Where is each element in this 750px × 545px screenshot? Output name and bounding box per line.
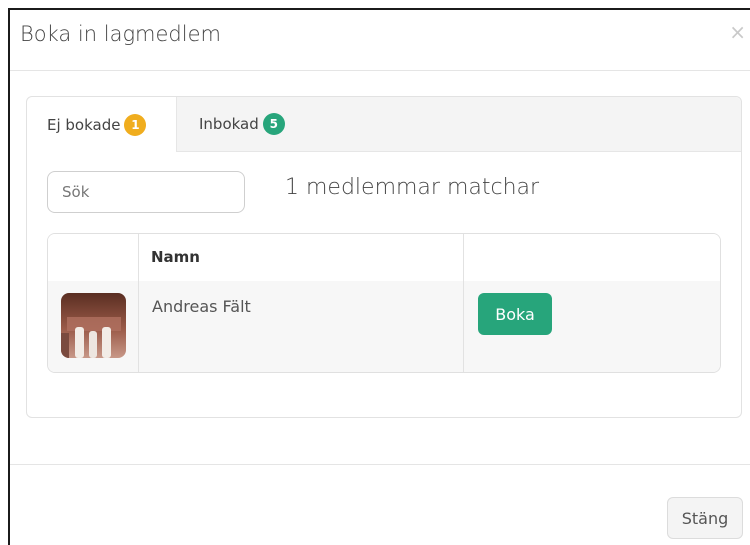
avatar bbox=[61, 293, 126, 358]
member-name: Andreas Fält bbox=[152, 297, 251, 316]
match-count-text: 1 medlemmar matchar bbox=[285, 175, 540, 200]
members-table: Namn Andreas Fält Boka bbox=[47, 233, 721, 373]
tab-label: Inbokad bbox=[199, 115, 259, 133]
table-header: Namn bbox=[48, 234, 720, 282]
column-divider bbox=[138, 234, 139, 372]
members-panel: Ej bokade 1 Inbokad 5 1 medlemmar matcha… bbox=[26, 96, 742, 418]
count-badge: 1 bbox=[124, 113, 147, 136]
book-button[interactable]: Boka bbox=[478, 293, 552, 335]
search-input[interactable] bbox=[47, 171, 245, 213]
close-icon[interactable]: × bbox=[729, 20, 746, 44]
tab-not-booked[interactable]: Ej bokade 1 bbox=[27, 97, 177, 152]
footer-divider bbox=[10, 464, 750, 465]
member-photo-icon bbox=[61, 293, 126, 358]
booking-modal: Boka in lagmedlem × Ej bokade 1 Inbokad … bbox=[8, 8, 750, 545]
table-row: Andreas Fält Boka bbox=[48, 281, 720, 372]
tab-booked[interactable]: Inbokad 5 bbox=[199, 97, 285, 151]
close-button[interactable]: Stäng bbox=[667, 497, 743, 539]
modal-header: Boka in lagmedlem × bbox=[10, 10, 750, 71]
column-header-name: Namn bbox=[151, 248, 200, 266]
tab-bar: Ej bokade 1 Inbokad 5 bbox=[27, 97, 741, 152]
tab-label: Ej bokade bbox=[47, 115, 121, 134]
modal-title: Boka in lagmedlem bbox=[20, 22, 221, 46]
count-badge: 5 bbox=[262, 113, 285, 135]
column-divider bbox=[463, 234, 464, 372]
